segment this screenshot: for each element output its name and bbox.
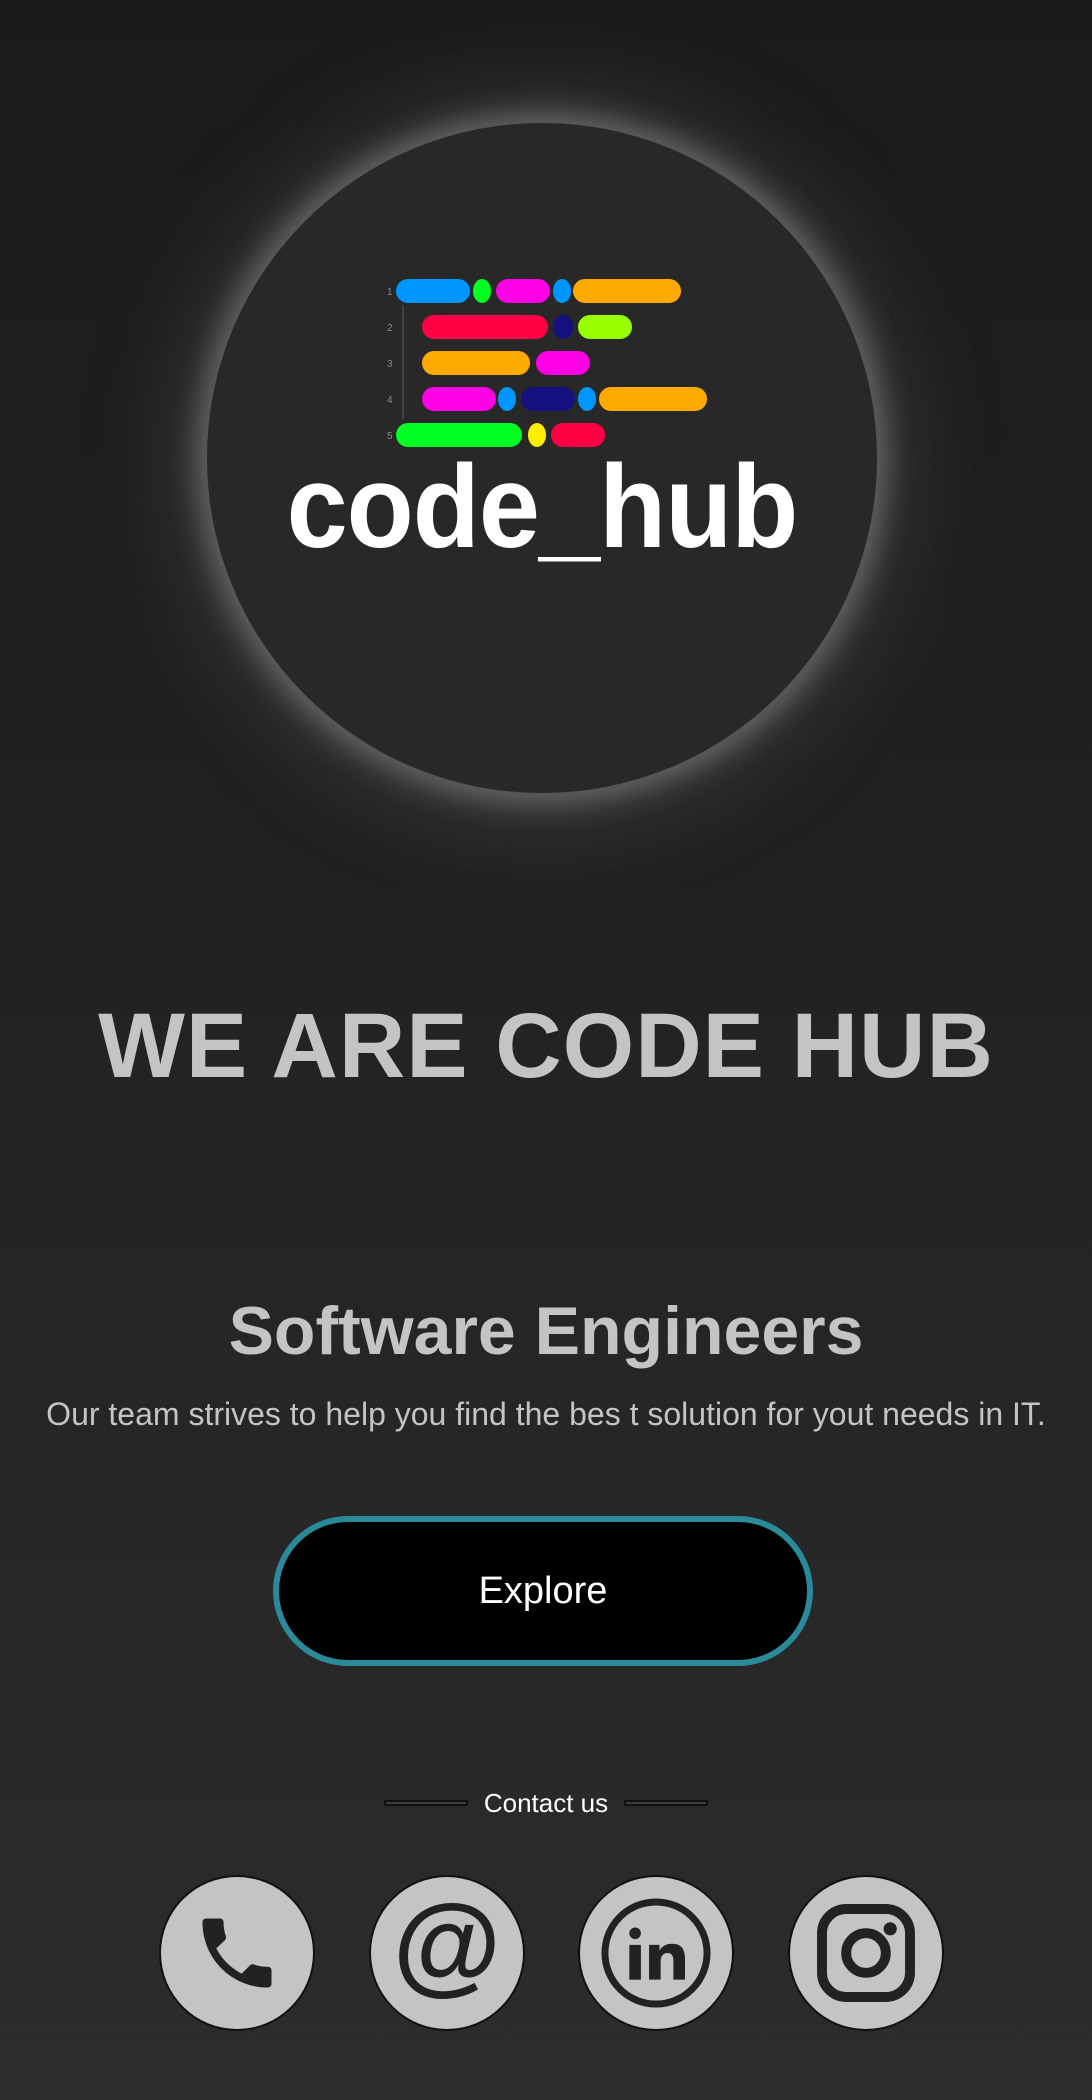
code-pill	[599, 387, 707, 411]
explore-button[interactable]: Explore	[273, 1516, 813, 1666]
phone-button[interactable]	[161, 1877, 313, 2029]
linkedin-icon	[601, 1898, 711, 2008]
divider	[383, 1800, 468, 1806]
page-title: WE ARE CODE HUB	[98, 995, 994, 1097]
tagline: Our team strives to help you find the be…	[46, 1396, 1046, 1432]
instagram-icon	[817, 1904, 915, 2002]
code-dot	[553, 279, 571, 303]
contact-label: Contact us	[483, 1787, 609, 1818]
divider	[624, 1800, 709, 1806]
code-pill	[496, 279, 550, 303]
logo-wordmark: code_hub	[286, 441, 799, 573]
line-number: 2	[387, 323, 393, 334]
line-number: 4	[387, 395, 393, 406]
social-links: @	[0, 1877, 1092, 2033]
line-number: 1	[387, 287, 393, 298]
at-sign-icon: @	[393, 1894, 501, 2005]
line-number: 3	[387, 359, 393, 370]
code-dot	[498, 387, 516, 411]
contact-header: Contact us	[0, 1783, 1092, 1823]
phone-icon	[202, 1918, 272, 1988]
code-dot	[578, 387, 596, 411]
code-pill	[422, 387, 496, 411]
code-pill	[578, 315, 632, 339]
code-pill	[521, 387, 575, 411]
code-pill	[396, 279, 470, 303]
code-pill	[422, 351, 530, 375]
svg-text:@: @	[393, 1894, 501, 2005]
subtitle: Software Engineers	[228, 1293, 864, 1369]
instagram-button[interactable]	[790, 1877, 942, 2029]
code-dot	[473, 279, 491, 303]
code-pill	[422, 315, 548, 339]
logo-circle: 1 2 3 4 5 code_hub	[207, 123, 877, 793]
email-button[interactable]: @	[371, 1877, 523, 2029]
explore-button-label: Explore	[478, 1569, 608, 1612]
linkedin-button[interactable]	[580, 1877, 732, 2029]
code-pill	[536, 351, 590, 375]
code-pill	[573, 279, 681, 303]
code-dot	[553, 315, 573, 339]
